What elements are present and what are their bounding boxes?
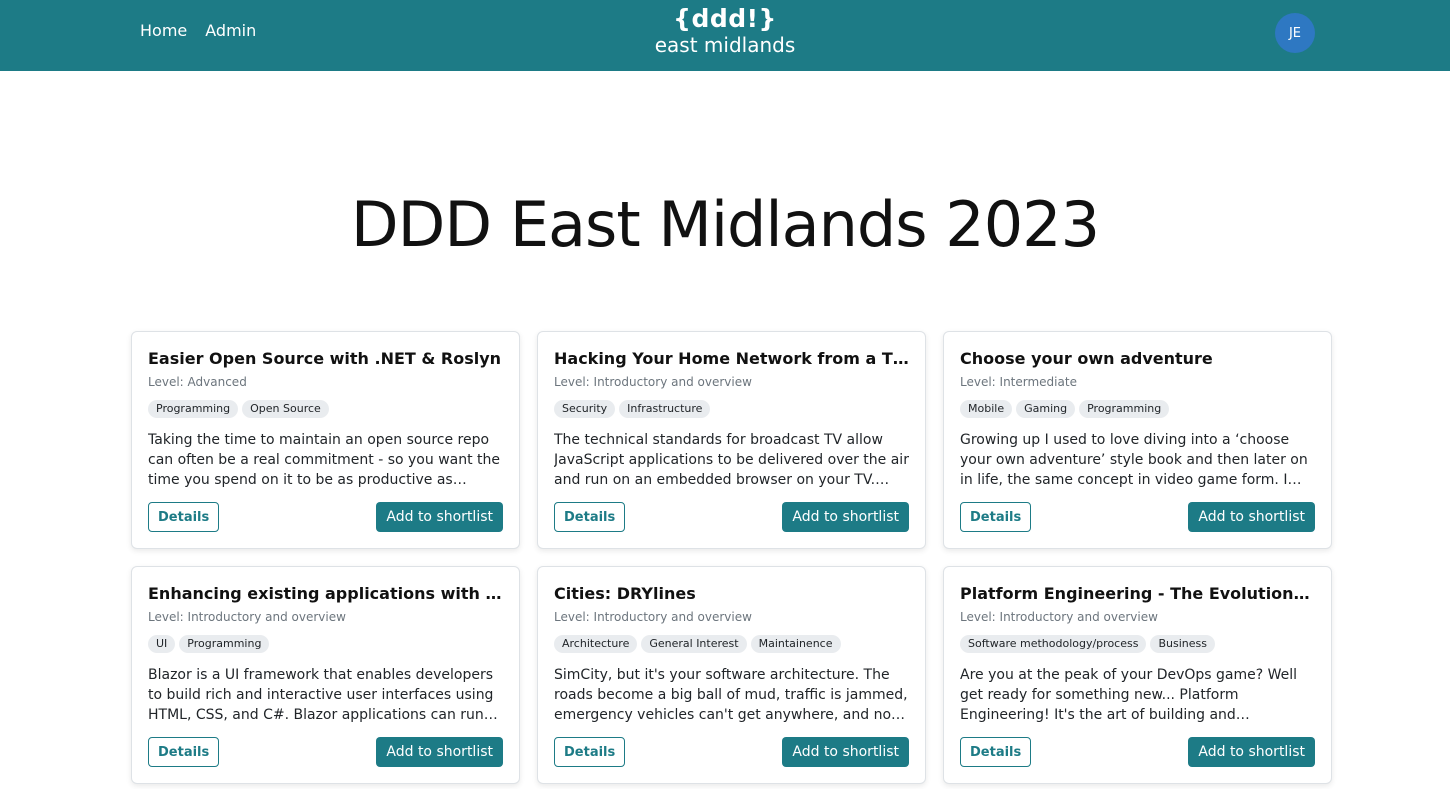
session-tags: Programming Open Source	[148, 400, 503, 418]
session-level: Level: Introductory and overview	[554, 610, 752, 624]
session-tags: Mobile Gaming Programming	[960, 400, 1315, 418]
tag-badge: Programming	[1079, 400, 1170, 418]
session-description: Growing up I used to love diving into a …	[960, 432, 1308, 488]
tag-badge: Maintainence	[750, 635, 841, 653]
tag-badge: Programming	[179, 635, 270, 653]
card-actions: Details Add to shortlist	[960, 737, 1315, 767]
details-button[interactable]: Details	[148, 502, 220, 532]
session-tags: Architecture General Interest Maintainen…	[554, 635, 909, 653]
session-description: SimCity, but it's your software architec…	[554, 667, 908, 723]
details-button[interactable]: Details	[148, 737, 220, 767]
add-to-shortlist-button[interactable]: Add to shortlist	[376, 502, 503, 532]
logo-main-text: {ddd!}	[673, 4, 777, 33]
session-tags: UI Programming	[148, 635, 503, 653]
top-navbar: Home Admin {ddd!} east midlands JE	[0, 0, 1450, 71]
session-title: Easier Open Source with .NET & Roslyn	[148, 349, 502, 368]
session-card: Easier Open Source with .NET & Roslyn Le…	[131, 331, 520, 549]
session-level: Level: Intermediate	[960, 375, 1077, 389]
tag-badge: Architecture	[554, 635, 638, 653]
details-button[interactable]: Details	[960, 737, 1032, 767]
tag-badge: UI	[148, 635, 176, 653]
add-to-shortlist-button[interactable]: Add to shortlist	[1188, 737, 1315, 767]
ddd-logo[interactable]: {ddd!} east midlands	[0, 4, 1450, 57]
card-actions: Details Add to shortlist	[554, 737, 909, 767]
card-actions: Details Add to shortlist	[960, 502, 1315, 532]
session-description: The technical standards for broadcast TV…	[554, 432, 909, 488]
details-button[interactable]: Details	[554, 502, 626, 532]
session-title: Platform Engineering - The Evolution of.…	[960, 584, 1315, 603]
session-grid: Easier Open Source with .NET & Roslyn Le…	[131, 331, 1332, 784]
details-button[interactable]: Details	[554, 737, 626, 767]
add-to-shortlist-button[interactable]: Add to shortlist	[782, 502, 909, 532]
session-title: Choose your own adventure	[960, 349, 1213, 368]
session-card: Hacking Your Home Network from a TV... L…	[537, 331, 926, 549]
card-actions: Details Add to shortlist	[148, 502, 503, 532]
tag-badge: Programming	[148, 400, 239, 418]
tag-badge: Mobile	[960, 400, 1013, 418]
session-description: Taking the time to maintain an open sour…	[148, 432, 501, 488]
session-title: Enhancing existing applications with Bla…	[148, 584, 503, 603]
session-tags: Security Infrastructure	[554, 400, 909, 418]
session-tags: Software methodology/process Business	[960, 635, 1315, 653]
session-description: Are you at the peak of your DevOps game?…	[960, 667, 1298, 723]
session-level: Level: Introductory and overview	[148, 610, 346, 624]
card-actions: Details Add to shortlist	[554, 502, 909, 532]
tag-badge: General Interest	[641, 635, 747, 653]
logo-sub-text: east midlands	[654, 33, 796, 57]
session-card: Cities: DRYlines Level: Introductory and…	[537, 566, 926, 784]
add-to-shortlist-button[interactable]: Add to shortlist	[376, 737, 503, 767]
session-level: Level: Advanced	[148, 375, 247, 389]
session-title: Hacking Your Home Network from a TV...	[554, 349, 909, 368]
card-actions: Details Add to shortlist	[148, 737, 503, 767]
tag-badge: Business	[1150, 635, 1215, 653]
tag-badge: Open Source	[242, 400, 329, 418]
details-button[interactable]: Details	[960, 502, 1032, 532]
tag-badge: Infrastructure	[619, 400, 711, 418]
tag-badge: Gaming	[1016, 400, 1076, 418]
session-description: Blazor is a UI framework that enables de…	[148, 667, 494, 723]
user-avatar[interactable]: JE	[1275, 13, 1315, 53]
add-to-shortlist-button[interactable]: Add to shortlist	[1188, 502, 1315, 532]
session-title: Cities: DRYlines	[554, 584, 696, 603]
session-card: Platform Engineering - The Evolution of.…	[943, 566, 1332, 784]
page-title: DDD East Midlands 2023	[350, 188, 1100, 261]
session-level: Level: Introductory and overview	[554, 375, 752, 389]
session-card: Choose your own adventure Level: Interme…	[943, 331, 1332, 549]
add-to-shortlist-button[interactable]: Add to shortlist	[782, 737, 909, 767]
session-card: Enhancing existing applications with Bla…	[131, 566, 520, 784]
tag-badge: Security	[554, 400, 616, 418]
tag-badge: Software methodology/process	[960, 635, 1147, 653]
session-level: Level: Introductory and overview	[960, 610, 1158, 624]
